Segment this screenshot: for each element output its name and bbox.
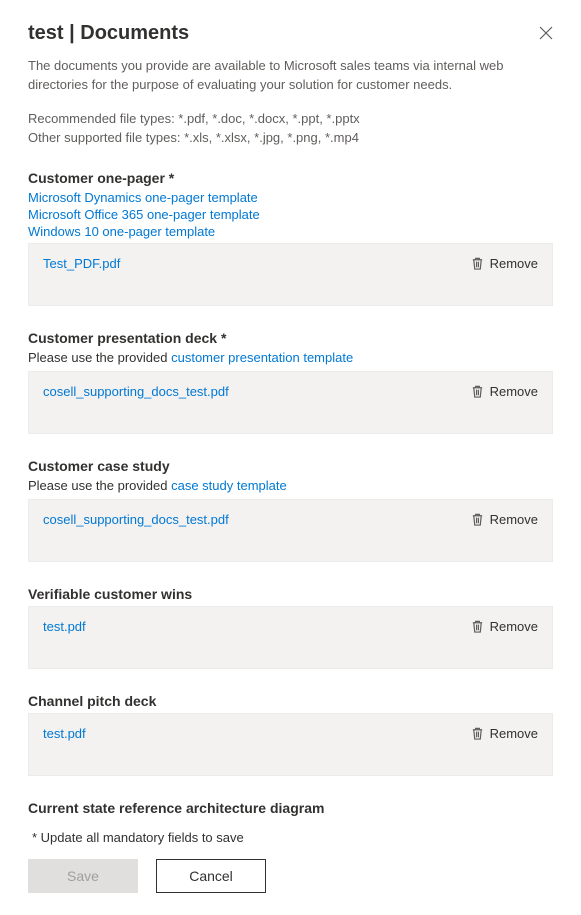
remove-label: Remove: [490, 256, 538, 271]
mandatory-note: * Update all mandatory fields to save: [32, 830, 553, 845]
section-subtitle: Please use the provided case study templ…: [28, 478, 553, 493]
supported-types: Other supported file types: *.xls, *.xls…: [28, 128, 553, 148]
section-one-pager: Customer one-pager * Microsoft Dynamics …: [28, 170, 553, 306]
subtitle-prefix: Please use the provided: [28, 478, 171, 493]
trash-icon: [471, 620, 484, 633]
section-title: Customer presentation deck *: [28, 330, 553, 346]
remove-label: Remove: [490, 726, 538, 741]
recommended-types: Recommended file types: *.pdf, *.doc, *.…: [28, 109, 553, 129]
documents-panel: test | Documents The documents you provi…: [0, 0, 581, 915]
section-architecture: Current state reference architecture dia…: [28, 800, 553, 816]
file-card: test.pdf Remove: [28, 606, 553, 669]
panel-header: test | Documents: [0, 0, 581, 55]
trash-icon: [471, 257, 484, 270]
section-title: Customer case study: [28, 458, 553, 474]
remove-button[interactable]: Remove: [471, 619, 538, 634]
remove-label: Remove: [490, 512, 538, 527]
section-title: Customer one-pager *: [28, 170, 553, 186]
section-title: Channel pitch deck: [28, 693, 553, 709]
file-name-link[interactable]: cosell_supporting_docs_test.pdf: [43, 512, 229, 527]
template-link-windows10[interactable]: Windows 10 one-pager template: [28, 224, 553, 239]
file-name-link[interactable]: cosell_supporting_docs_test.pdf: [43, 384, 229, 399]
trash-icon: [471, 385, 484, 398]
section-channel: Channel pitch deck test.pdf Remove: [28, 693, 553, 776]
section-title: Verifiable customer wins: [28, 586, 553, 602]
presentation-template-link[interactable]: customer presentation template: [171, 350, 353, 365]
file-type-info: Recommended file types: *.pdf, *.doc, *.…: [28, 109, 553, 148]
remove-button[interactable]: Remove: [471, 384, 538, 399]
case-study-template-link[interactable]: case study template: [171, 478, 287, 493]
intro-text: The documents you provide are available …: [28, 57, 553, 95]
file-card: Test_PDF.pdf Remove: [28, 243, 553, 306]
remove-button[interactable]: Remove: [471, 512, 538, 527]
button-row: Save Cancel: [28, 859, 553, 893]
file-card: test.pdf Remove: [28, 713, 553, 776]
trash-icon: [471, 727, 484, 740]
close-icon[interactable]: [539, 26, 553, 40]
section-title: Current state reference architecture dia…: [28, 800, 553, 816]
cancel-button[interactable]: Cancel: [156, 859, 266, 893]
subtitle-prefix: Please use the provided: [28, 350, 171, 365]
remove-button[interactable]: Remove: [471, 256, 538, 271]
template-link-dynamics[interactable]: Microsoft Dynamics one-pager template: [28, 190, 553, 205]
template-link-office365[interactable]: Microsoft Office 365 one-pager template: [28, 207, 553, 222]
page-title: test | Documents: [28, 22, 189, 45]
file-name-link[interactable]: test.pdf: [43, 726, 86, 741]
panel-footer: * Update all mandatory fields to save Sa…: [0, 816, 581, 915]
section-subtitle: Please use the provided customer present…: [28, 350, 553, 365]
section-presentation: Customer presentation deck * Please use …: [28, 330, 553, 434]
remove-button[interactable]: Remove: [471, 726, 538, 741]
file-card: cosell_supporting_docs_test.pdf Remove: [28, 371, 553, 434]
section-case-study: Customer case study Please use the provi…: [28, 458, 553, 562]
remove-label: Remove: [490, 384, 538, 399]
trash-icon: [471, 513, 484, 526]
file-card: cosell_supporting_docs_test.pdf Remove: [28, 499, 553, 562]
file-name-link[interactable]: test.pdf: [43, 619, 86, 634]
scroll-region[interactable]: The documents you provide are available …: [0, 55, 581, 816]
save-button[interactable]: Save: [28, 859, 138, 893]
section-wins: Verifiable customer wins test.pdf Remove: [28, 586, 553, 669]
remove-label: Remove: [490, 619, 538, 634]
file-name-link[interactable]: Test_PDF.pdf: [43, 256, 120, 271]
